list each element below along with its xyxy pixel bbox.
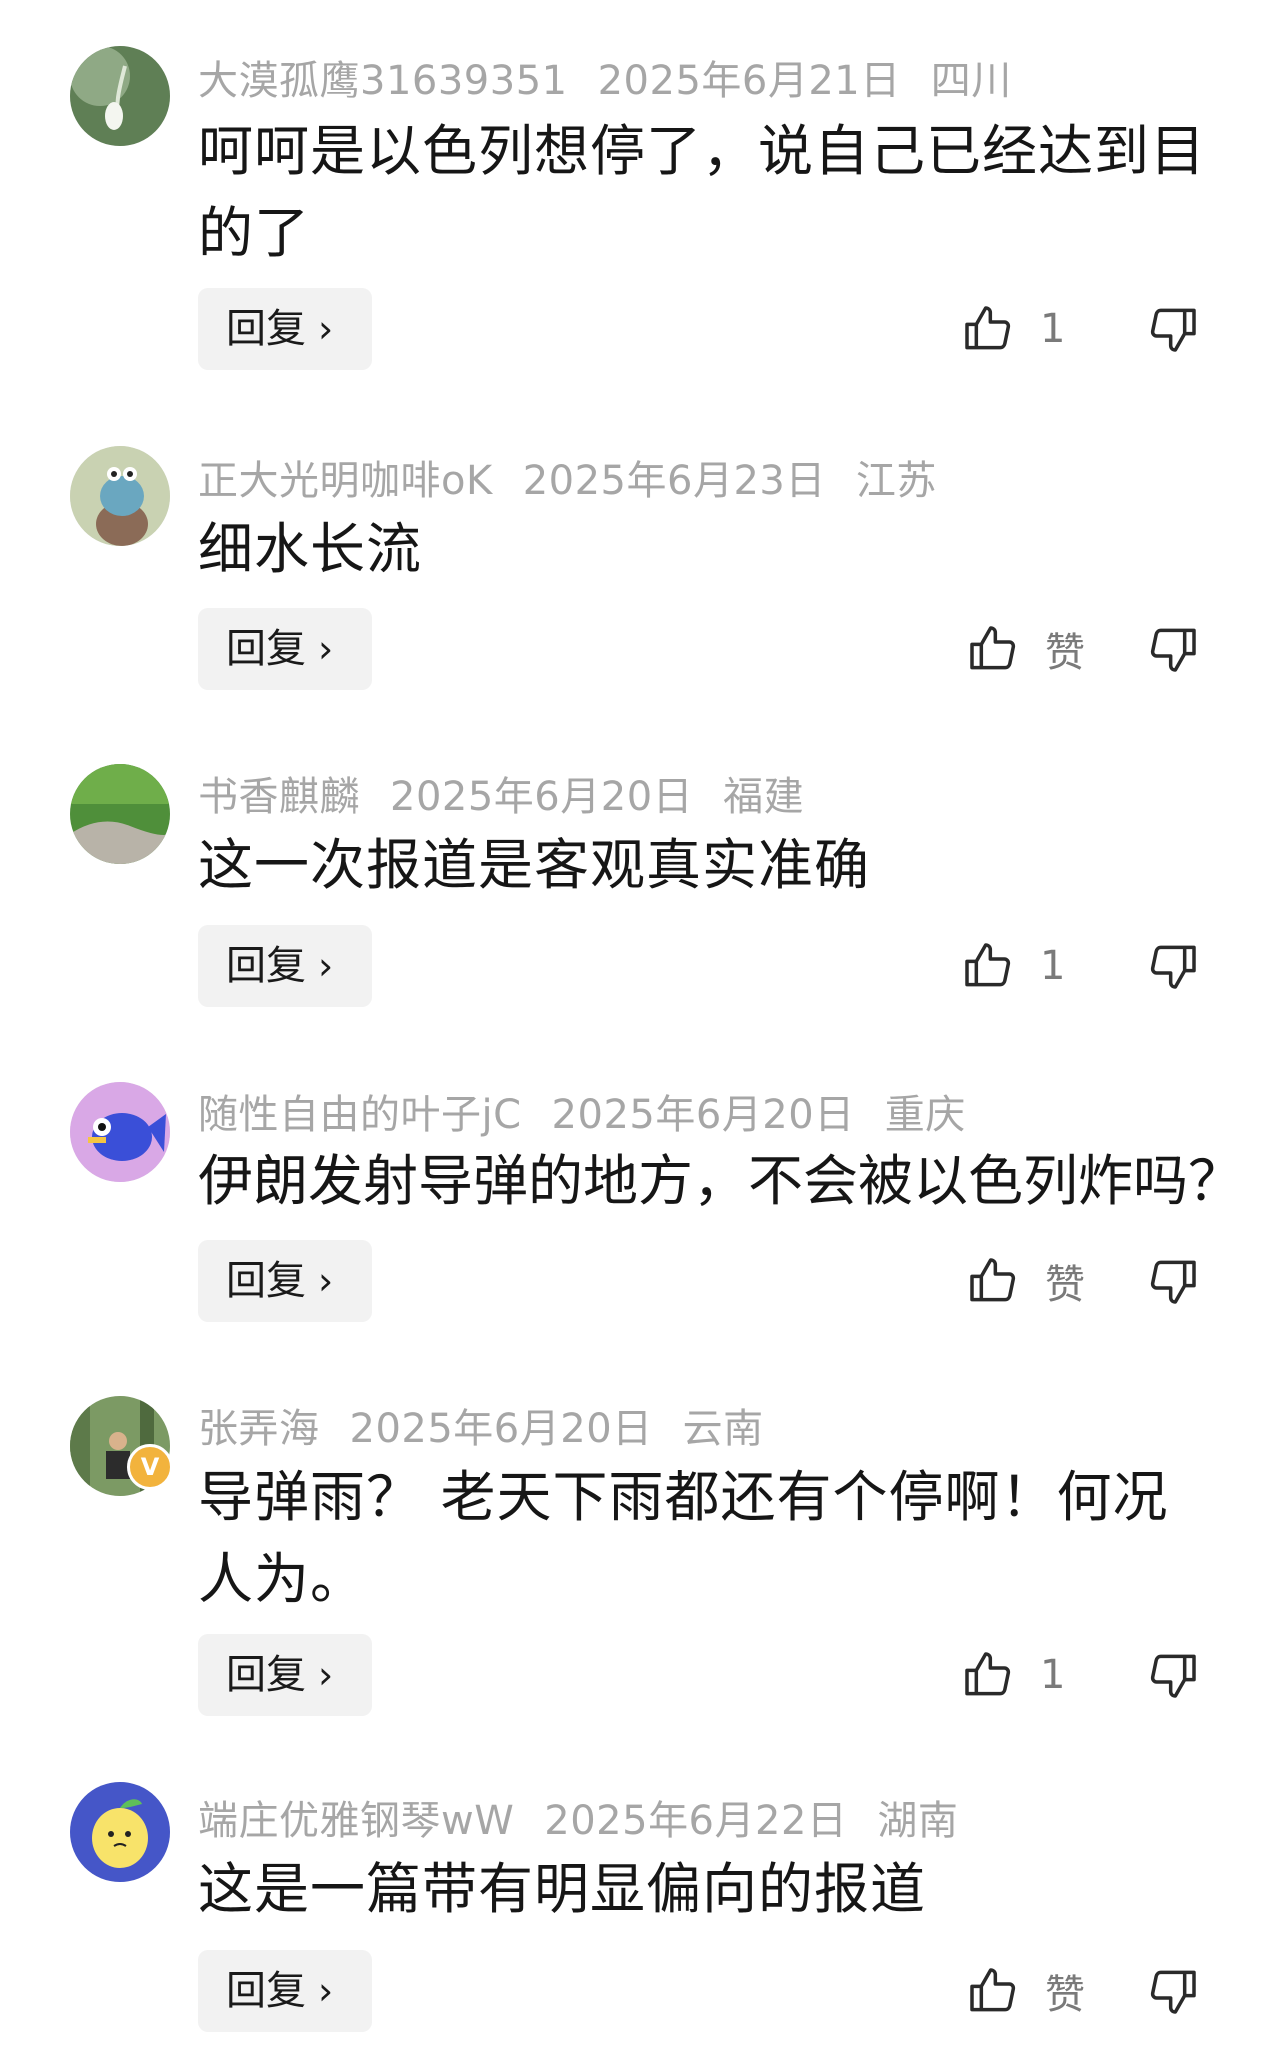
username[interactable]: 张弄海 (198, 1406, 320, 1452)
like-button[interactable]: 1 (960, 288, 1065, 370)
dislike-button[interactable] (1145, 621, 1201, 677)
like-button[interactable]: 赞 (965, 1240, 1085, 1322)
like-count: 1 (1040, 306, 1066, 352)
username[interactable]: 正大光明咖啡oK (198, 458, 493, 504)
avatar[interactable] (70, 46, 170, 146)
comment-date: 2025年6月23日 (522, 458, 826, 504)
comment-text: 伊朗发射导弹的地方，不会被以色列炸吗？ (198, 1149, 1244, 1213)
like-count: 1 (1040, 943, 1066, 989)
reply-button[interactable]: 回复 › (198, 608, 372, 690)
comment-region: 重庆 (884, 1092, 966, 1138)
thumbs-down-icon (1150, 1654, 1196, 1698)
like-button[interactable]: 1 (960, 1634, 1065, 1716)
thumbs-down-icon (1150, 1260, 1196, 1304)
verified-badge-icon: V (127, 1444, 173, 1490)
like-count: 赞 (1045, 1972, 1085, 2018)
comment-meta: 正大光明咖啡oK 2025年6月23日 江苏 (198, 448, 967, 506)
dislike-button[interactable] (1145, 1253, 1201, 1309)
like-button[interactable]: 赞 (965, 1950, 1085, 2032)
reply-button[interactable]: 回复 › (198, 925, 372, 1007)
comment-text: 这是一篇带有明显偏向的报道 (198, 1857, 927, 1921)
thumbs-down-icon (1150, 308, 1196, 352)
avatar[interactable] (70, 1082, 170, 1182)
like-count: 1 (1040, 1652, 1066, 1698)
comment-meta: 书香麒麟 2025年6月20日 福建 (198, 764, 834, 822)
thumbs-down-icon (1150, 628, 1196, 672)
comment-date: 2025年6月20日 (551, 1092, 855, 1138)
username[interactable]: 端庄优雅钢琴wW (198, 1798, 514, 1844)
comment-meta: 端庄优雅钢琴wW 2025年6月22日 湖南 (198, 1788, 988, 1846)
thumbs-up-icon (970, 1968, 1016, 2012)
avatar[interactable] (70, 764, 170, 864)
chevron-right-icon: › (318, 627, 334, 671)
avatar[interactable] (70, 446, 170, 546)
chevron-right-icon: › (318, 307, 334, 351)
thumbs-up-icon (970, 1258, 1016, 1302)
username[interactable]: 随性自由的叶子jC (198, 1092, 522, 1138)
comment-text: 细水长流 (198, 517, 423, 581)
dislike-button[interactable] (1145, 301, 1201, 357)
comment-meta: 随性自由的叶子jC 2025年6月20日 重庆 (198, 1082, 996, 1140)
thumbs-up-icon (970, 626, 1016, 670)
comment-region: 湖南 (877, 1798, 959, 1844)
like-count: 赞 (1045, 630, 1085, 676)
comment-meta: 大漠孤鹰31639351 2025年6月21日 四川 (198, 48, 1042, 106)
thumbs-up-icon (965, 1652, 1011, 1696)
comment-text: 这一次报道是客观真实准确 (198, 833, 871, 897)
reply-button[interactable]: 回复 › (198, 1240, 372, 1322)
dislike-button[interactable] (1145, 1963, 1201, 2019)
comment-region: 云南 (682, 1406, 764, 1452)
comment-text: 呵呵是以色列想停了，说自己已经达到目的了 (198, 119, 1207, 265)
thumbs-up-icon (965, 943, 1011, 987)
chevron-right-icon: › (318, 1969, 334, 2013)
comment-date: 2025年6月20日 (390, 774, 694, 820)
reply-button[interactable]: 回复 › (198, 1634, 372, 1716)
comment-region: 福建 (723, 774, 805, 820)
chevron-right-icon: › (318, 944, 334, 988)
username[interactable]: 大漠孤鹰31639351 (198, 58, 568, 104)
dislike-button[interactable] (1145, 1647, 1201, 1703)
username[interactable]: 书香麒麟 (198, 774, 360, 820)
thumbs-up-icon (965, 306, 1011, 350)
like-button[interactable]: 1 (960, 925, 1065, 1007)
thumbs-down-icon (1150, 945, 1196, 989)
comment-region: 江苏 (855, 458, 937, 504)
comment-date: 2025年6月22日 (544, 1798, 848, 1844)
like-count: 赞 (1045, 1262, 1085, 1308)
comment-date: 2025年6月20日 (349, 1406, 653, 1452)
like-button[interactable]: 赞 (965, 608, 1085, 690)
comment-region: 四川 (930, 58, 1012, 104)
reply-button[interactable]: 回复 › (198, 1950, 372, 2032)
comment-text: 导弹雨？ 老天下雨都还有个停啊！何况人为。 (198, 1465, 1169, 1611)
dislike-button[interactable] (1145, 938, 1201, 994)
reply-button[interactable]: 回复 › (198, 288, 372, 370)
comment-meta: 张弄海 2025年6月20日 云南 (198, 1396, 794, 1454)
avatar[interactable] (70, 1782, 170, 1882)
chevron-right-icon: › (318, 1653, 334, 1697)
thumbs-down-icon (1150, 1970, 1196, 2014)
comment-date: 2025年6月21日 (597, 58, 901, 104)
chevron-right-icon: › (318, 1259, 334, 1303)
